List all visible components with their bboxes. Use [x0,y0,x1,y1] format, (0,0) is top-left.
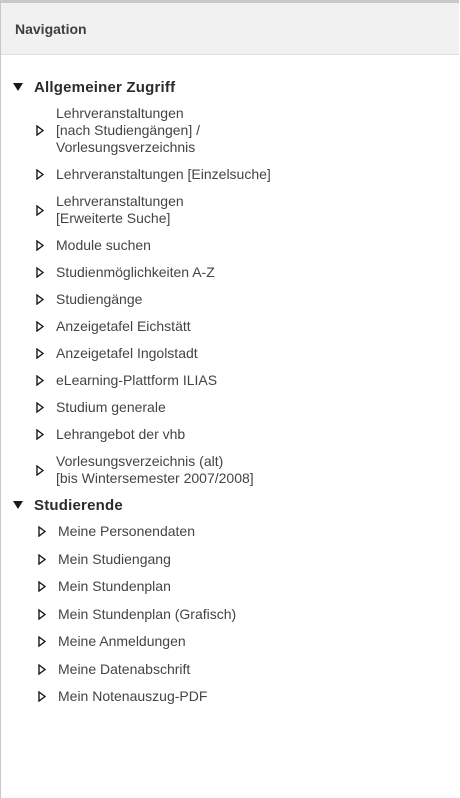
navigation-title: Navigation [15,20,87,37]
navigation-tree: Allgemeiner Zugriff Lehrveranstaltungen … [1,55,459,711]
nav-item-anzeigetafel-ingolstadt[interactable]: Anzeigetafel Ingolstadt [1,340,459,367]
nav-item-label: Lehrveranstaltungen [nach Studiengängen]… [56,105,201,155]
nav-item-label: Lehrveranstaltungen [Erweiterte Suche] [56,193,184,226]
nav-item-lehrveranstaltungen-einzelsuche[interactable]: Lehrveranstaltungen [Einzelsuche] [1,161,459,188]
triangle-right-outline-icon [38,553,46,565]
triangle-right-outline-icon [38,691,46,703]
triangle-right-outline-icon [38,526,46,538]
nav-item-lehrangebot-vhb[interactable]: Lehrangebot der vhb [1,421,459,448]
nav-item-mein-studiengang[interactable]: Mein Studiengang [1,546,459,574]
group-items: Meine Personendaten Mein Studiengang Mei… [1,518,459,711]
triangle-right-outline-icon [38,581,46,593]
nav-item-label: Vorlesungsverzeichnis (alt) [bis Winters… [56,453,254,486]
nav-item-label: Meine Datenabschrift [58,660,191,677]
nav-item-label: Lehrveranstaltungen [Einzelsuche] [56,166,271,182]
triangle-right-outline-icon [36,125,44,136]
nav-item-anzeigetafel-eichstaett[interactable]: Anzeigetafel Eichstätt [1,313,459,340]
nav-item-label: Module suchen [56,237,151,253]
group-label: Allgemeiner Zugriff [34,78,176,96]
navigation-header: Navigation [1,0,459,55]
group-allgemeiner-zugriff[interactable]: Allgemeiner Zugriff [1,74,459,100]
nav-item-meine-datenabschrift[interactable]: Meine Datenabschrift [1,656,459,684]
nav-item-label: Anzeigetafel Ingolstadt [56,345,198,361]
triangle-right-outline-icon [36,375,44,386]
triangle-right-outline-icon [36,204,44,216]
nav-item-vorlesungsverzeichnis-alt[interactable]: Vorlesungsverzeichnis (alt) [bis Winters… [1,448,459,492]
triangle-right-outline-icon [38,636,46,648]
nav-item-label: Meine Anmeldungen [58,633,186,650]
nav-item-lehrveranstaltungen-erweiterte-suche[interactable]: Lehrveranstaltungen [Erweiterte Suche] [1,188,459,232]
nav-item-mein-stundenplan-grafisch[interactable]: Mein Stundenplan (Grafisch) [1,601,459,629]
triangle-right-outline-icon [36,348,44,359]
group-items: Lehrveranstaltungen [nach Studiengängen]… [1,100,459,492]
nav-item-label: Studiengänge [56,291,143,307]
nav-item-studiengaenge[interactable]: Studiengänge [1,286,459,313]
triangle-right-outline-icon [36,294,44,305]
nav-item-mein-stundenplan[interactable]: Mein Stundenplan [1,573,459,601]
nav-item-label: Lehrangebot der vhb [56,426,186,442]
triangle-right-outline-icon [38,608,46,620]
nav-item-label: Mein Stundenplan [58,578,171,595]
triangle-down-icon[interactable] [13,501,23,509]
nav-item-label: Anzeigetafel Eichstätt [56,318,191,334]
nav-item-studium-generale[interactable]: Studium generale [1,394,459,421]
triangle-right-outline-icon [36,402,44,413]
triangle-down-icon[interactable] [13,83,23,91]
triangle-right-outline-icon [36,267,44,278]
triangle-right-outline-icon [36,169,44,180]
group-studierende[interactable]: Studierende [1,492,459,518]
nav-item-label: Mein Notenauszug-PDF [58,688,208,705]
triangle-right-outline-icon [36,429,44,440]
nav-item-studienmoeglichkeiten[interactable]: Studienmöglichkeiten A-Z [1,259,459,286]
navigation-panel: Navigation Allgemeiner Zugriff Lehrveran… [0,0,459,798]
nav-item-module-suchen[interactable]: Module suchen [1,232,459,259]
nav-item-lehrveranstaltungen-studiengaenge[interactable]: Lehrveranstaltungen [nach Studiengängen]… [1,100,459,161]
nav-item-label: Studium generale [56,399,166,415]
nav-item-label: Meine Personendaten [58,523,195,540]
triangle-right-outline-icon [36,464,44,476]
triangle-right-outline-icon [36,240,44,251]
nav-item-label: Mein Stundenplan (Grafisch) [58,605,237,622]
nav-item-label: eLearning-Plattform ILIAS [56,372,218,388]
nav-item-label: Studienmöglichkeiten A-Z [56,264,215,280]
nav-item-elearning-ilias[interactable]: eLearning-Plattform ILIAS [1,367,459,394]
nav-item-meine-personendaten[interactable]: Meine Personendaten [1,518,459,546]
triangle-right-outline-icon [38,663,46,675]
nav-item-meine-anmeldungen[interactable]: Meine Anmeldungen [1,628,459,656]
group-label: Studierende [34,496,123,514]
triangle-right-outline-icon [36,321,44,332]
nav-item-mein-notenauszug-pdf[interactable]: Mein Notenauszug-PDF [1,683,459,711]
nav-item-label: Mein Studiengang [58,550,171,567]
